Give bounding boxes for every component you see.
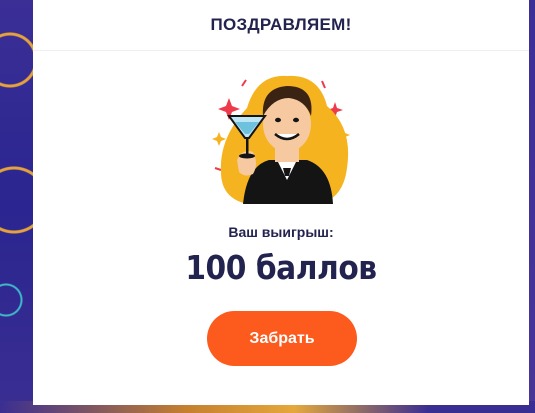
win-label: Ваш выигрыш: bbox=[228, 224, 334, 240]
modal-title: ПОЗДРАВЛЯЕМ! bbox=[210, 15, 352, 34]
celebration-sticker-icon bbox=[212, 75, 350, 204]
congrats-modal: ПОЗДРАВЛЯЕМ! Ваш выигрыш: 100 баллов Заб… bbox=[33, 0, 529, 405]
modal-header: ПОЗДРАВЛЯЕМ! bbox=[33, 0, 529, 51]
claim-button[interactable]: Забрать bbox=[207, 311, 357, 366]
win-amount: 100 баллов bbox=[185, 248, 377, 287]
background-decoration-left bbox=[0, 0, 34, 413]
background-decoration-right bbox=[529, 0, 535, 413]
